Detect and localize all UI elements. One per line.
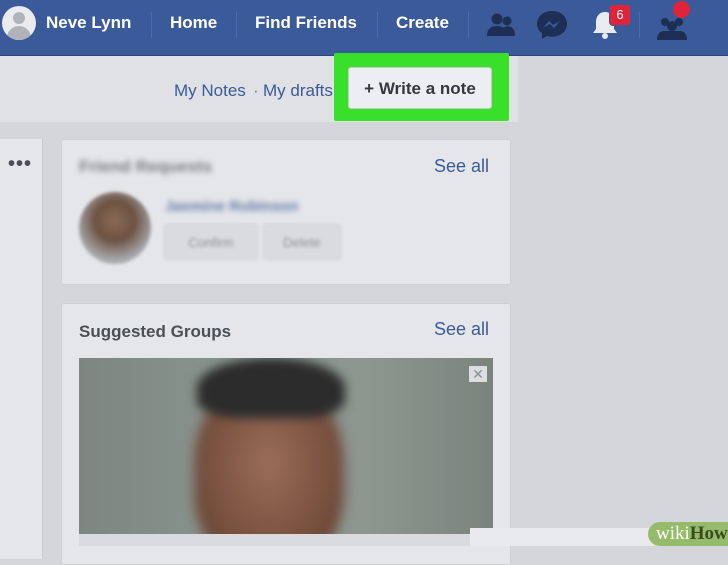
groups-notification-dot [673,1,690,18]
avatar-body [7,26,31,40]
avatar-head [13,12,25,24]
close-icon[interactable]: ✕ [469,366,487,382]
create-link[interactable]: Create [396,13,449,33]
notification-count-badge: 6 [609,4,631,26]
wikihow-watermark: wikiHow [648,522,728,546]
watermark-how: How [689,523,728,544]
more-options-icon[interactable]: ••• [8,154,32,174]
suggested-groups-title: Suggested Groups [79,322,232,341]
friend-request-name[interactable]: Jasmine Robinson [165,198,298,215]
my-drafts-link[interactable]: My drafts [263,81,333,101]
nav-divider [377,12,378,38]
photo-caption-strip [79,534,493,546]
nav-divider [151,12,152,38]
nav-divider [639,12,640,38]
link-separator: · [253,81,259,100]
profile-name-link[interactable]: Neve Lynn [46,13,131,33]
suggested-group-photo[interactable] [79,358,493,546]
confirm-request-button[interactable]: Confirm [164,224,258,260]
top-navigation-bar: Neve Lynn Home Find Friends Create 6 [0,0,728,56]
friend-requests-title: Friend Requests [79,157,213,176]
nav-divider [236,12,237,38]
friends-icon[interactable] [484,8,518,42]
write-note-button[interactable]: + Write a note [348,67,492,109]
friend-requests-see-all-link[interactable]: See all [434,156,489,177]
profile-avatar[interactable] [2,6,36,40]
home-link[interactable]: Home [170,13,217,33]
delete-request-button[interactable]: Delete [263,224,341,260]
nav-divider [468,12,469,38]
messenger-icon[interactable] [535,8,569,42]
photo-hair [197,358,345,418]
left-column-card [0,139,43,559]
find-friends-link[interactable]: Find Friends [255,13,357,33]
watermark-wiki: wiki [656,523,690,544]
suggested-groups-see-all-link[interactable]: See all [434,319,489,340]
my-notes-link[interactable]: My Notes [174,81,246,101]
friend-request-avatar[interactable] [79,192,151,264]
